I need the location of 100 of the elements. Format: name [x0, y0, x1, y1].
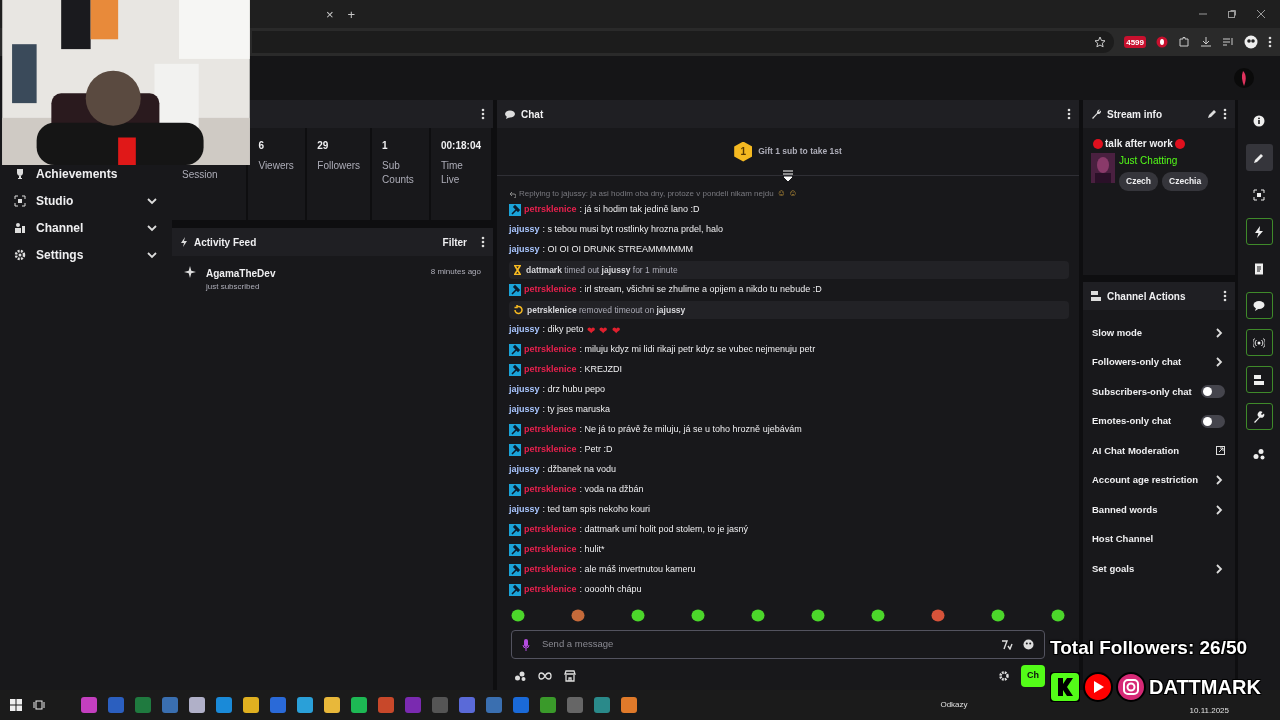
- username[interactable]: petrsklenice: [524, 203, 577, 217]
- emote-icon[interactable]: [571, 608, 585, 622]
- username[interactable]: petrsklenice: [524, 283, 577, 297]
- username[interactable]: petrsklenice: [524, 363, 577, 377]
- message-input[interactable]: Send a message: [540, 636, 991, 653]
- channel-action-item[interactable]: Banned words: [1083, 495, 1235, 525]
- rail-button[interactable]: [1245, 329, 1273, 356]
- stat-label: Time Live: [441, 159, 464, 186]
- emote-icon[interactable]: [871, 608, 885, 622]
- channel-action-item[interactable]: Subscribers-only chat: [1083, 377, 1235, 407]
- rail-button[interactable]: [1245, 292, 1273, 319]
- profile-icon[interactable]: [1244, 35, 1258, 49]
- taskbar-links[interactable]: Odkazy: [940, 699, 968, 711]
- channel-action-item[interactable]: Emotes-only chat: [1083, 406, 1235, 436]
- stat-value: 00:18:04: [441, 139, 481, 153]
- emote-icon[interactable]: [811, 608, 825, 622]
- emote-icon[interactable]: [751, 608, 765, 622]
- star-icon[interactable]: [1094, 36, 1107, 48]
- emote-icon[interactable]: [511, 608, 525, 622]
- rail-button[interactable]: [1245, 144, 1273, 171]
- message-field[interactable]: Send a message: [511, 630, 1045, 659]
- sidebar-item[interactable]: Achievements: [0, 166, 172, 182]
- event-time: 8 minutes ago: [430, 266, 481, 278]
- message-text: : s tebou musi byt rostlinky hrozna prdel, halo: [542, 223, 724, 237]
- pencil-icon[interactable]: [1207, 109, 1217, 119]
- task-view-icon[interactable]: [33, 699, 45, 711]
- panel-title: Activity Feed: [194, 235, 258, 250]
- more-options-icon[interactable]: [1223, 108, 1227, 120]
- notice-text: petrsklenice removed timeout on jajussy: [527, 303, 686, 317]
- username[interactable]: petrsklenice: [524, 583, 577, 597]
- scroll-down-icon[interactable]: [782, 170, 794, 182]
- restore-icon[interactable]: [1227, 9, 1237, 19]
- channel-action-item[interactable]: Account age restriction: [1083, 465, 1235, 495]
- username[interactable]: jajussy: [509, 243, 540, 257]
- rail-button[interactable]: [1245, 366, 1273, 393]
- puzzle-icon[interactable]: [1178, 36, 1190, 48]
- username[interactable]: jajussy: [509, 503, 540, 517]
- emote-icon[interactable]: [1051, 608, 1065, 622]
- stat-label: Viewers: [258, 159, 295, 173]
- emote-icon[interactable]: [931, 608, 945, 622]
- chevron-right-icon: [1213, 503, 1225, 516]
- gear-icon: [14, 249, 26, 261]
- extension-icon[interactable]: [1156, 36, 1168, 48]
- close-icon[interactable]: [1256, 9, 1266, 19]
- rail-button[interactable]: [1245, 218, 1273, 245]
- channel-action-item[interactable]: Followers-only chat: [1083, 347, 1235, 377]
- translate-icon[interactable]: [1001, 639, 1013, 650]
- stat-label: Session: [182, 168, 219, 182]
- more-options-icon[interactable]: [1067, 108, 1071, 120]
- username[interactable]: jajussy: [509, 323, 540, 337]
- emote-icon[interactable]: [631, 608, 645, 622]
- category-link[interactable]: Just Chatting: [1119, 153, 1209, 168]
- filter-button[interactable]: Filter: [434, 234, 475, 250]
- more-options-icon[interactable]: [1223, 290, 1227, 302]
- channel-action-item[interactable]: AI Chat Moderation: [1083, 436, 1235, 466]
- more-options-icon[interactable]: [481, 236, 485, 248]
- download-icon[interactable]: [1200, 36, 1212, 48]
- points-icon[interactable]: [515, 670, 526, 681]
- emote-icon[interactable]: [691, 608, 705, 622]
- channel-action-item[interactable]: Set goals: [1083, 554, 1235, 584]
- username[interactable]: jajussy: [509, 403, 540, 417]
- username[interactable]: petrsklenice: [524, 483, 577, 497]
- avatar[interactable]: [1234, 68, 1254, 88]
- rail-button[interactable]: [1245, 403, 1273, 430]
- extension-badge[interactable]: 4599: [1124, 36, 1146, 48]
- new-tab-button[interactable]: +: [343, 7, 360, 21]
- tag-pill[interactable]: Czechia: [1162, 172, 1209, 191]
- message-text: : voda na džbán: [579, 483, 644, 497]
- channel-action-item[interactable]: Host Channel: [1083, 524, 1235, 554]
- tag-pill[interactable]: Czech: [1119, 172, 1159, 191]
- moderator-badge-icon: [509, 524, 521, 536]
- chat-button[interactable]: Ch: [1021, 665, 1045, 687]
- username[interactable]: jajussy: [509, 223, 540, 237]
- toggle-switch[interactable]: [1201, 385, 1225, 399]
- emote-icon[interactable]: [991, 608, 1005, 622]
- store-icon[interactable]: [564, 669, 576, 682]
- username[interactable]: petrsklenice: [524, 563, 577, 577]
- toggle-switch[interactable]: [1201, 414, 1225, 428]
- more-options-icon[interactable]: [481, 108, 485, 120]
- username[interactable]: jajussy: [509, 463, 540, 477]
- username[interactable]: petrsklenice: [524, 543, 577, 557]
- emoji-picker-icon[interactable]: [1023, 639, 1034, 650]
- sidebar-item[interactable]: Studio: [0, 193, 172, 209]
- gear-icon[interactable]: [999, 670, 1009, 681]
- windows-start-icon[interactable]: [10, 699, 22, 711]
- close-tab-button[interactable]: ×: [322, 7, 338, 21]
- instagram-logo: [1116, 672, 1146, 702]
- menu-icon[interactable]: [1268, 36, 1272, 48]
- sidebar-item[interactable]: Channel: [0, 220, 172, 236]
- username[interactable]: petrsklenice: [524, 343, 577, 357]
- actions-icon: [1253, 373, 1265, 386]
- focus-frame-icon: [14, 195, 26, 207]
- username[interactable]: petrsklenice: [524, 423, 577, 437]
- username[interactable]: jajussy: [509, 383, 540, 397]
- username[interactable]: petrsklenice: [524, 443, 577, 457]
- microphone-icon[interactable]: [522, 638, 530, 651]
- sidebar-item[interactable]: Settings: [0, 247, 172, 263]
- channel-action-item[interactable]: Slow mode: [1083, 318, 1235, 348]
- media-icon[interactable]: [1222, 36, 1234, 48]
- username[interactable]: petrsklenice: [524, 523, 577, 537]
